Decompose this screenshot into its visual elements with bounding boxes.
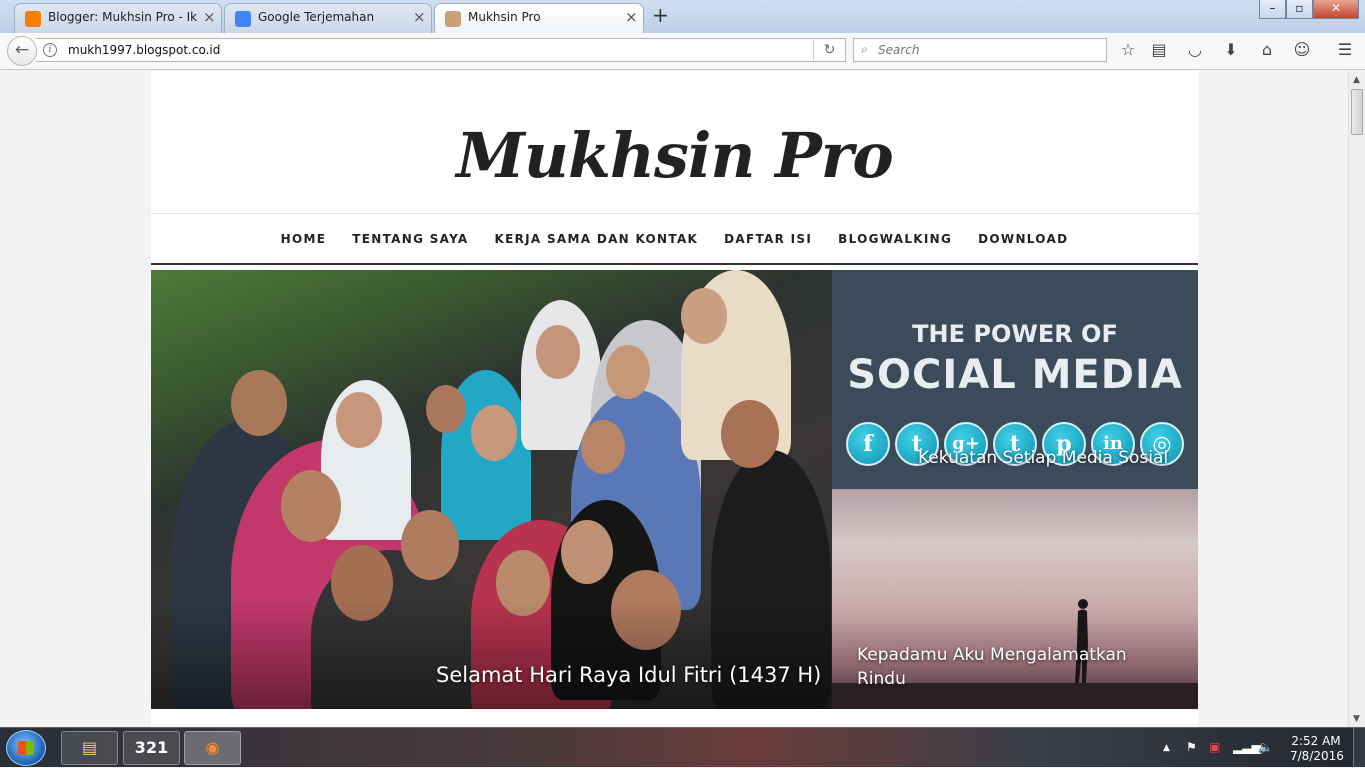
tab-strip: Blogger: Mukhsin Pro - Ikh... × Google T…	[0, 0, 1365, 33]
menu-item-tentang-saya[interactable]: TENTANG SAYA	[352, 232, 468, 246]
start-button[interactable]	[6, 730, 46, 766]
featured-post-rindu[interactable]: Kepadamu Aku Mengalamatkan Rindu	[832, 489, 1198, 709]
back-button[interactable]: ←	[7, 36, 37, 66]
menu-item-kerja-sama[interactable]: KERJA SAMA DAN KONTAK	[495, 232, 699, 246]
tab-title: Google Terjemahan	[258, 10, 375, 24]
maximize-button[interactable]: ▫	[1286, 0, 1313, 19]
menu-item-home[interactable]: HOME	[281, 232, 327, 246]
reload-icon[interactable]: ↻	[813, 39, 845, 61]
clock-time: 2:52 AM	[1291, 734, 1341, 748]
tab-title: Blogger: Mukhsin Pro - Ikh...	[48, 10, 198, 24]
menu-item-blogwalking[interactable]: BLOGWALKING	[838, 232, 952, 246]
featured-post-idul-fitri[interactable]: Selamat Hari Raya Idul Fitri (1437 H)	[151, 270, 832, 709]
navigation-bar: i mukh1997.blogspot.co.id ↻ ← ⌕ ☆ ▤ ◡ ⬇ …	[0, 33, 1365, 70]
facebook-icon: f	[846, 422, 890, 466]
blog-title[interactable]: Mukhsin Pro	[151, 119, 1198, 192]
blogger-icon	[25, 11, 41, 27]
home-icon[interactable]: ⌂	[1256, 39, 1278, 61]
site-avatar-icon	[445, 11, 461, 27]
scroll-up-icon[interactable]: ▲	[1353, 75, 1360, 85]
firefox-icon[interactable]: ◉	[184, 731, 241, 765]
show-desktop-button[interactable]	[1353, 728, 1365, 768]
blog-container: Mukhsin Pro HOME TENTANG SAYA KERJA SAMA…	[151, 71, 1198, 727]
search-bar[interactable]: ⌕	[853, 38, 1107, 62]
network-signal-icon[interactable]: ▂▃▅	[1233, 740, 1261, 754]
page-viewport: Mukhsin Pro HOME TENTANG SAYA KERJA SAMA…	[0, 71, 1348, 727]
vertical-scrollbar[interactable]: ▲ ▼	[1348, 71, 1365, 727]
url-bar[interactable]: i mukh1997.blogspot.co.id ↻	[36, 38, 846, 62]
download-icon[interactable]: ⬇	[1220, 39, 1242, 61]
tray-expand-icon[interactable]: ▲	[1163, 743, 1170, 753]
explorer-icon[interactable]: ▤	[61, 731, 118, 765]
tab-blogger[interactable]: Blogger: Mukhsin Pro - Ikh... ×	[14, 3, 222, 33]
close-icon[interactable]: ×	[625, 8, 638, 26]
search-input[interactable]	[878, 41, 1098, 59]
google-translate-icon	[235, 11, 251, 27]
clock-date: 7/8/2016	[1290, 749, 1344, 763]
bookmarks-list-icon[interactable]: ▤	[1148, 39, 1170, 61]
social-image-text-bottom: SOCIAL MEDIA	[847, 352, 1183, 398]
close-icon[interactable]: ×	[203, 8, 216, 26]
info-icon[interactable]: i	[43, 43, 57, 57]
bookmark-star-icon[interactable]: ☆	[1117, 39, 1139, 61]
system-clock[interactable]: 2:52 AM 7/8/2016	[1290, 734, 1344, 764]
action-center-flag-icon[interactable]: ⚑	[1186, 740, 1197, 754]
close-window-button[interactable]: ✕	[1313, 0, 1359, 19]
blog-header: Mukhsin Pro	[151, 71, 1198, 214]
hello-chat-icon[interactable]: ☺	[1291, 39, 1313, 61]
social-image-text-top: THE POWER OF	[912, 320, 1118, 348]
minimize-button[interactable]: –	[1259, 0, 1286, 19]
featured-caption[interactable]: Selamat Hari Raya Idul Fitri (1437 H)	[436, 663, 821, 687]
taskbar: ▤ 321 ◉ ▲ ⚑ ▣ ▂▃▅ 🔈 2:52 AM 7/8/2016	[0, 727, 1365, 768]
scroll-thumb[interactable]	[1351, 89, 1363, 135]
media-player-321-icon[interactable]: 321	[123, 731, 180, 765]
menu-item-daftar-isi[interactable]: DAFTAR ISI	[724, 232, 812, 246]
security-icon[interactable]: ▣	[1209, 740, 1220, 754]
back-arrow-icon: ←	[14, 40, 30, 60]
volume-icon[interactable]: 🔈	[1258, 740, 1273, 754]
tab-google-translate[interactable]: Google Terjemahan ×	[224, 3, 432, 33]
tab-mukhsin-pro[interactable]: Mukhsin Pro ×	[434, 3, 644, 33]
close-icon[interactable]: ×	[413, 8, 426, 26]
pocket-icon[interactable]: ◡	[1184, 39, 1206, 61]
window-controls: – ▫ ✕	[1259, 0, 1359, 20]
featured-caption[interactable]: Kepadamu Aku Mengalamatkan Rindu	[857, 643, 1157, 691]
blog-menu: HOME TENTANG SAYA KERJA SAMA DAN KONTAK …	[151, 215, 1198, 265]
menu-item-download[interactable]: DOWNLOAD	[978, 232, 1068, 246]
new-tab-button[interactable]: +	[652, 3, 669, 27]
featured-caption[interactable]: Kekuatan Setiap Media Sosial	[918, 448, 1168, 468]
scroll-down-icon[interactable]: ▼	[1353, 714, 1360, 724]
search-icon: ⌕	[861, 42, 868, 56]
featured-post-social-media[interactable]: THE POWER OF SOCIAL MEDIA f t g+ t p in …	[832, 270, 1198, 489]
url-text[interactable]: mukh1997.blogspot.co.id	[68, 43, 220, 57]
group-photo	[151, 270, 832, 709]
tab-title: Mukhsin Pro	[468, 10, 541, 24]
menu-hamburger-icon[interactable]: ☰	[1334, 39, 1356, 61]
